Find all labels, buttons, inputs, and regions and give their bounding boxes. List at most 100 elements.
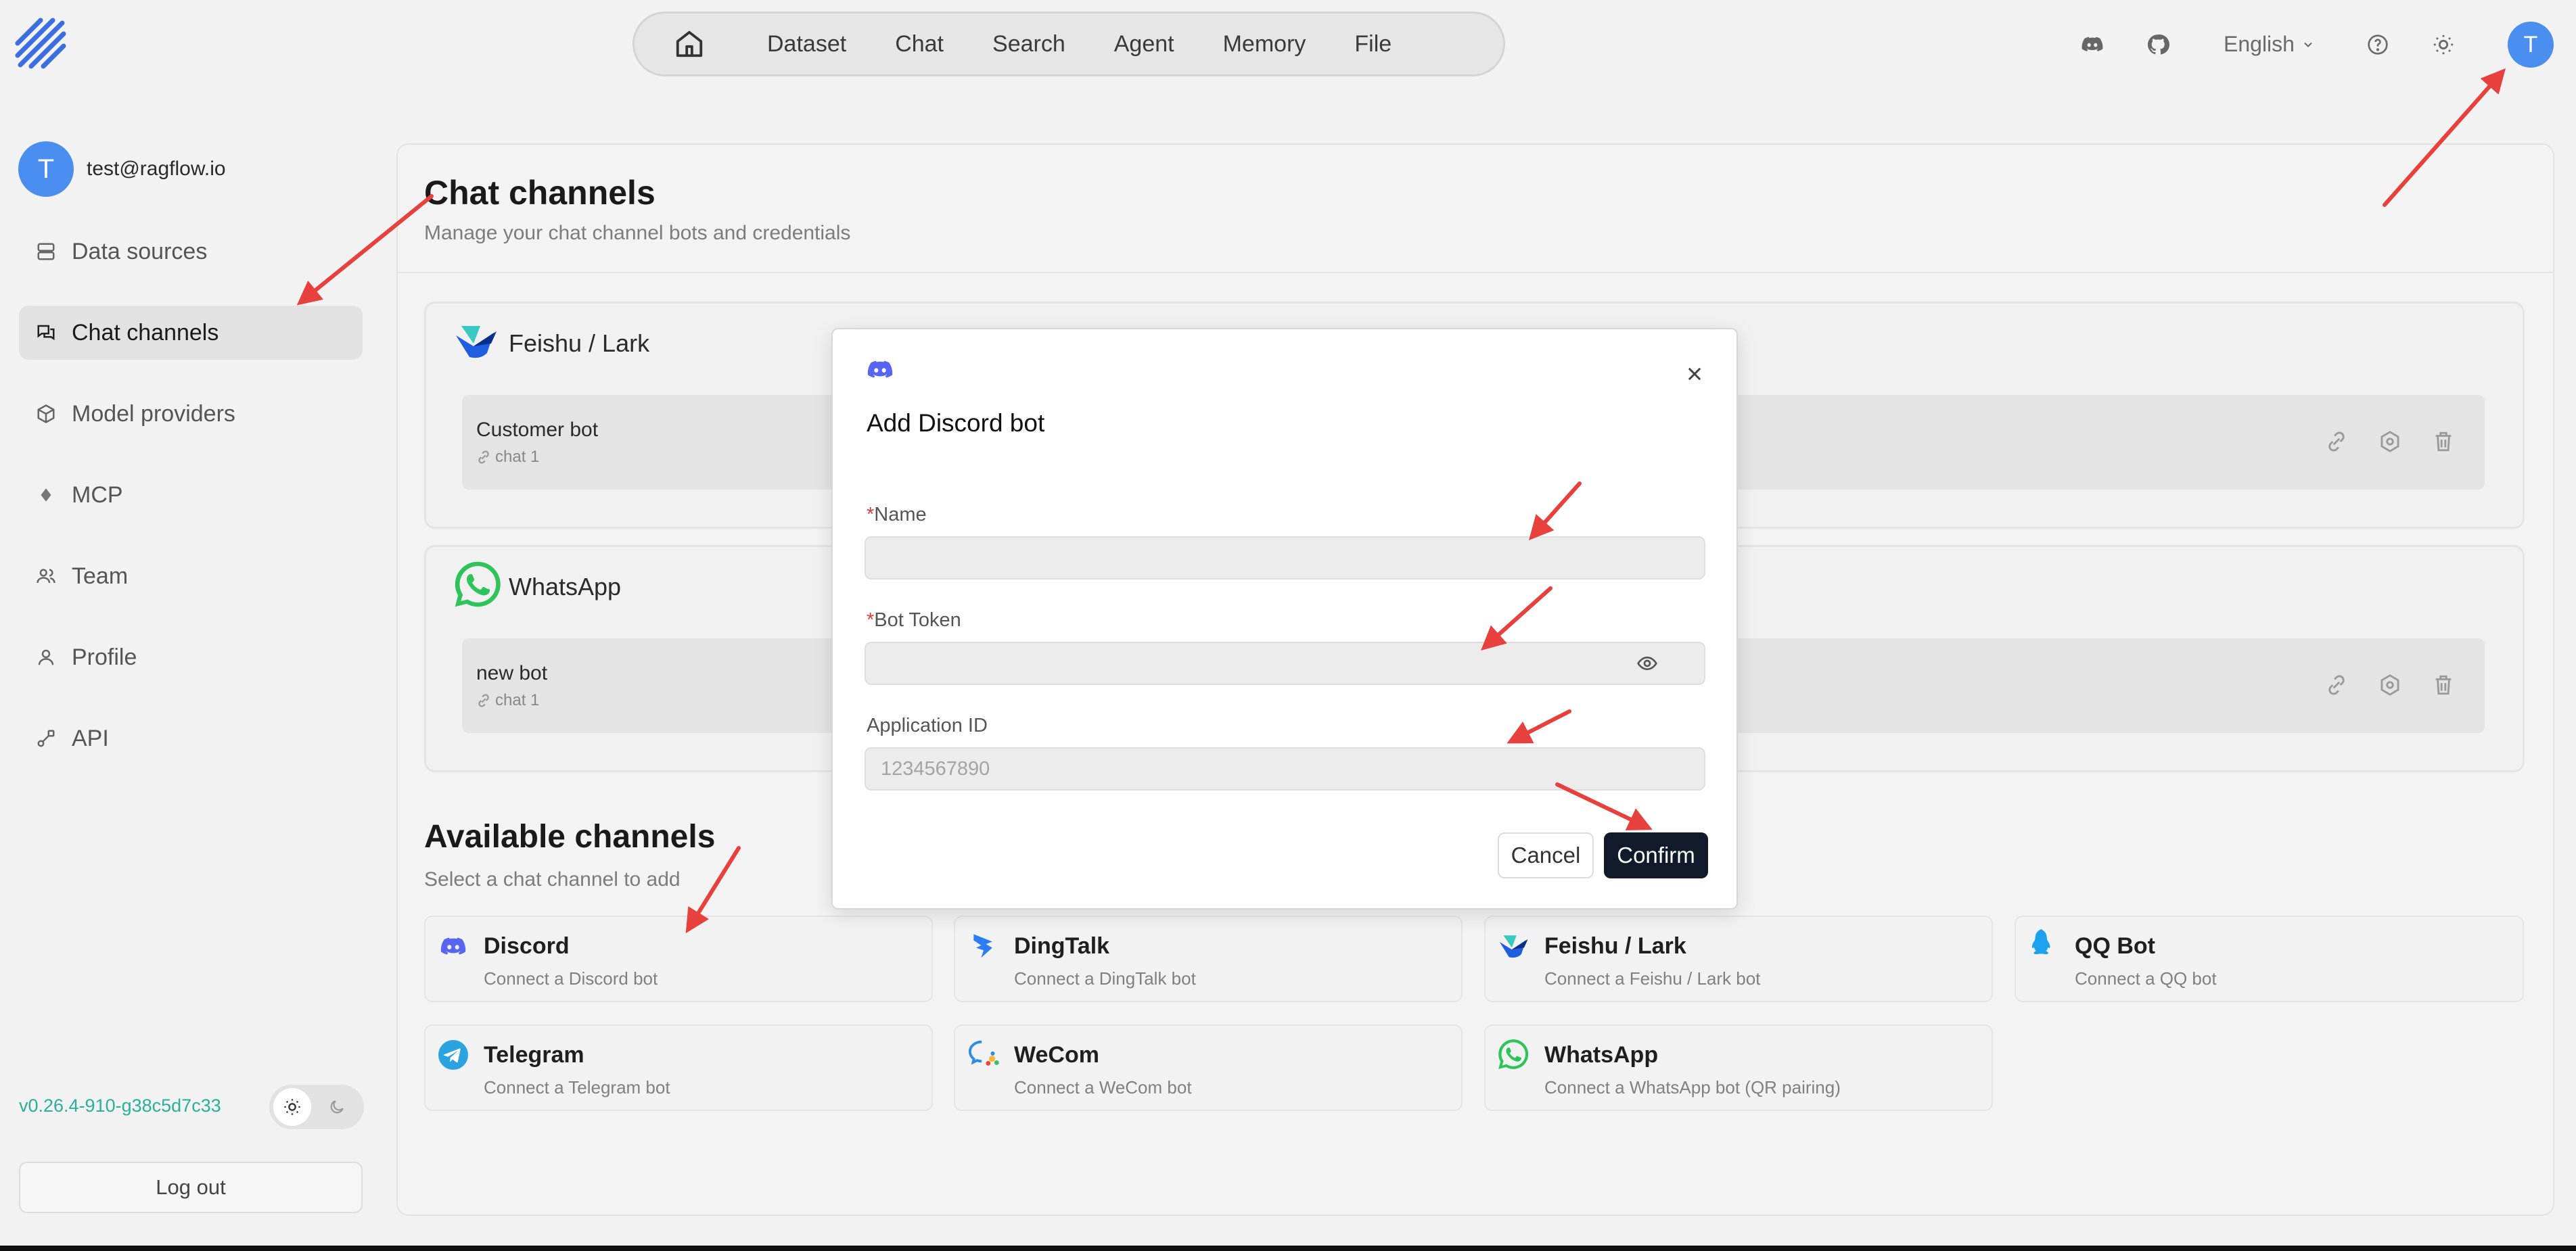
nav-agent[interactable]: Agent: [1098, 31, 1191, 57]
add-discord-bot-dialog: Add Discord bot *Name *Bot Token Applica…: [831, 328, 1738, 910]
version-text: v0.26.4-910-g38c5d7c33: [19, 1095, 221, 1116]
bot-token-label: *Bot Token: [867, 609, 961, 632]
discord-icon: [867, 356, 894, 383]
bot-chat-label: chat 1: [495, 691, 540, 709]
link-icon: [478, 450, 489, 464]
dark-mode-icon[interactable]: [318, 1088, 356, 1126]
channel-name: Feishu / Lark: [1544, 933, 1686, 959]
bot-name: Customer bot: [476, 419, 599, 441]
theme-toggle[interactable]: [269, 1085, 364, 1129]
team-icon: [34, 564, 58, 588]
sidebar-item-label: MCP: [72, 481, 123, 508]
sidebar-item-model-providers[interactable]: Model providers: [19, 387, 363, 441]
sidebar-item-mcp[interactable]: MCP: [19, 468, 363, 522]
nav-chat[interactable]: Chat: [879, 31, 960, 57]
sidebar-item-team[interactable]: Team: [19, 549, 363, 603]
language-label: English: [2224, 32, 2295, 56]
dialog-title: Add Discord bot: [867, 409, 1045, 437]
page-title: Chat channels: [424, 174, 656, 212]
sidebar-item-label: API: [72, 725, 109, 751]
bot-chat-link: chat 1: [476, 448, 539, 467]
profile-icon: [34, 645, 58, 669]
sidebar-item-api[interactable]: API: [19, 711, 363, 765]
settings-icon[interactable]: [2378, 674, 2401, 697]
sidebar-item-data-sources[interactable]: Data sources: [19, 225, 363, 279]
channel-desc: Connect a QQ bot: [2075, 968, 2217, 989]
box-icon: [34, 402, 58, 426]
discord-icon[interactable]: [2075, 28, 2109, 62]
channel-desc: Connect a DingTalk bot: [1014, 968, 1196, 989]
sidebar-item-profile[interactable]: Profile: [19, 630, 363, 684]
home-icon[interactable]: [668, 23, 710, 65]
help-icon[interactable]: [2361, 28, 2395, 62]
bottom-edge: [0, 1246, 2576, 1251]
nav-search[interactable]: Search: [976, 31, 1082, 57]
sidebar-item-label: Chat channels: [72, 319, 219, 346]
application-id-label: Application ID: [867, 715, 988, 736]
link-icon[interactable]: [2325, 430, 2348, 453]
ragflow-logo[interactable]: [14, 16, 69, 72]
dingtalk-icon: [969, 930, 998, 960]
close-icon[interactable]: [1685, 364, 1704, 383]
user-avatar[interactable]: T: [2508, 22, 2554, 68]
wecom-icon: [967, 1037, 1001, 1070]
top-navigation: Dataset Chat Search Agent Memory File: [632, 11, 1505, 76]
trash-icon[interactable]: [2432, 674, 2455, 697]
whatsapp-icon: [452, 559, 503, 610]
discord-icon: [440, 933, 467, 960]
api-icon: [34, 726, 58, 751]
whatsapp-icon: [1496, 1037, 1530, 1071]
sidebar-item-chat-channels[interactable]: Chat channels: [19, 306, 363, 360]
sidebar-avatar: T: [18, 141, 74, 197]
eye-icon[interactable]: [1636, 653, 1658, 674]
nav-file[interactable]: File: [1338, 31, 1408, 57]
bot-row-actions: [2325, 674, 2455, 697]
github-icon[interactable]: [2141, 28, 2175, 62]
channel-name: WeCom: [1014, 1042, 1099, 1068]
nav-memory[interactable]: Memory: [1207, 31, 1322, 57]
name-label: *Name: [867, 504, 927, 526]
settings-icon[interactable]: [2378, 430, 2401, 453]
bot-token-input[interactable]: [865, 642, 1705, 685]
divider: [398, 272, 2553, 273]
required-mark: *: [867, 504, 875, 525]
trash-icon[interactable]: [2432, 430, 2455, 453]
bot-name: new bot: [476, 662, 548, 684]
light-mode-icon[interactable]: [273, 1088, 311, 1126]
channel-desc: Connect a WeCom bot: [1014, 1077, 1192, 1097]
sidebar-item-label: Team: [72, 563, 129, 589]
available-title: Available channels: [424, 819, 716, 855]
channel-name: WhatsApp: [1544, 1042, 1659, 1068]
channel-name: Telegram: [484, 1042, 584, 1068]
nav-dataset[interactable]: Dataset: [751, 31, 862, 57]
channel-desc: Connect a Feishu / Lark bot: [1544, 968, 1761, 989]
sidebar-item-label: Model providers: [72, 400, 235, 427]
chat-channels-icon: [34, 321, 58, 345]
sidebar-item-label: Profile: [72, 644, 137, 670]
channel-card-title: WhatsApp: [509, 573, 622, 600]
link-icon: [478, 694, 489, 707]
feishu-icon: [1498, 933, 1529, 960]
mcp-icon: [34, 483, 58, 507]
required-mark: *: [867, 609, 875, 631]
application-id-input[interactable]: [865, 747, 1705, 790]
cancel-button[interactable]: Cancel: [1498, 832, 1594, 878]
page-subtitle: Manage your chat channel bots and creden…: [424, 222, 851, 244]
bot-row-actions: [2325, 430, 2455, 453]
channel-name: QQ Bot: [2075, 933, 2155, 959]
logout-button[interactable]: Log out: [19, 1162, 363, 1213]
confirm-button[interactable]: Confirm: [1604, 832, 1708, 878]
channel-desc: Connect a Telegram bot: [484, 1077, 670, 1097]
name-label-text: Name: [874, 504, 927, 525]
channel-desc: Connect a Discord bot: [484, 968, 658, 989]
qq-icon: [2028, 928, 2059, 962]
channel-name: DingTalk: [1014, 933, 1110, 959]
sun-icon[interactable]: [2426, 28, 2460, 62]
user-email: test@ragflow.io: [87, 158, 226, 180]
telegram-icon: [437, 1039, 469, 1071]
channel-desc: Connect a WhatsApp bot (QR pairing): [1544, 1077, 1841, 1097]
name-input[interactable]: [865, 536, 1705, 580]
feishu-icon: [453, 323, 498, 361]
link-icon[interactable]: [2325, 674, 2348, 697]
language-select[interactable]: English: [2224, 32, 2315, 57]
